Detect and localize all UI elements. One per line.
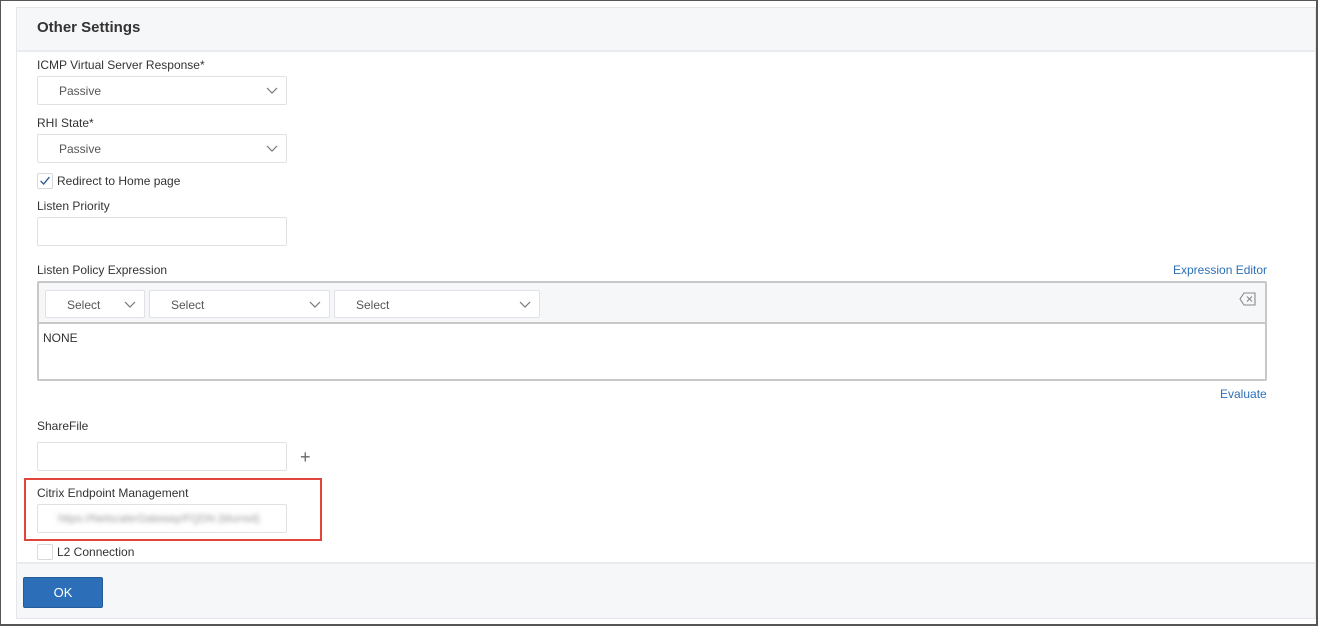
ok-button[interactable]: OK [23, 577, 103, 608]
icmp-label: ICMP Virtual Server Response* [37, 58, 205, 72]
panel-header: Other Settings [17, 8, 1315, 52]
evaluate-link[interactable]: Evaluate [1220, 387, 1267, 401]
chevron-down-icon [124, 301, 136, 308]
other-settings-panel: Other Settings ICMP Virtual Server Respo… [16, 7, 1316, 619]
listen-priority-label: Listen Priority [37, 199, 110, 213]
expression-select-3[interactable]: Select [334, 290, 540, 318]
expression-select-1[interactable]: Select [45, 290, 145, 318]
expression-text[interactable]: NONE [43, 331, 78, 345]
expression-toolbar: Select Select Select [39, 283, 1265, 324]
endpoint-label: Citrix Endpoint Management [37, 486, 189, 500]
expression-select-1-value: Select [67, 298, 101, 312]
endpoint-input[interactable]: https://NetscalerGateway/FQDN (blurred) [37, 504, 287, 533]
redirect-label: Redirect to Home page [57, 174, 181, 188]
panel-title: Other Settings [37, 19, 141, 36]
expression-select-3-value: Select [356, 298, 390, 312]
sharefile-input[interactable] [37, 442, 287, 471]
plus-icon[interactable]: + [300, 448, 311, 466]
chevron-down-icon [266, 87, 278, 94]
expression-select-2[interactable]: Select [149, 290, 330, 318]
listen-priority-input[interactable] [37, 217, 287, 246]
expression-select-2-value: Select [171, 298, 205, 312]
listen-policy-label: Listen Policy Expression [37, 263, 168, 277]
checkmark-icon [40, 176, 50, 186]
l2-connection-label: L2 Connection [57, 545, 135, 559]
icmp-select[interactable]: Passive [37, 76, 287, 105]
chevron-down-icon [266, 145, 278, 152]
panel-footer: OK [17, 562, 1315, 618]
rhi-label: RHI State* [37, 116, 94, 130]
chevron-down-icon [309, 301, 321, 308]
l2-connection-checkbox[interactable] [37, 544, 53, 560]
clear-expression-icon[interactable] [1239, 292, 1257, 306]
rhi-select-value: Passive [59, 142, 102, 156]
icmp-select-value: Passive [59, 84, 102, 98]
rhi-select[interactable]: Passive [37, 134, 287, 163]
redirect-checkbox[interactable] [37, 173, 53, 189]
endpoint-input-value: https://NetscalerGateway/FQDN (blurred) [58, 513, 260, 525]
expression-editor-link[interactable]: Expression Editor [1173, 263, 1267, 277]
sharefile-label: ShareFile [37, 419, 89, 433]
chevron-down-icon [519, 301, 531, 308]
expression-box: Select Select Select NONE [37, 281, 1267, 381]
